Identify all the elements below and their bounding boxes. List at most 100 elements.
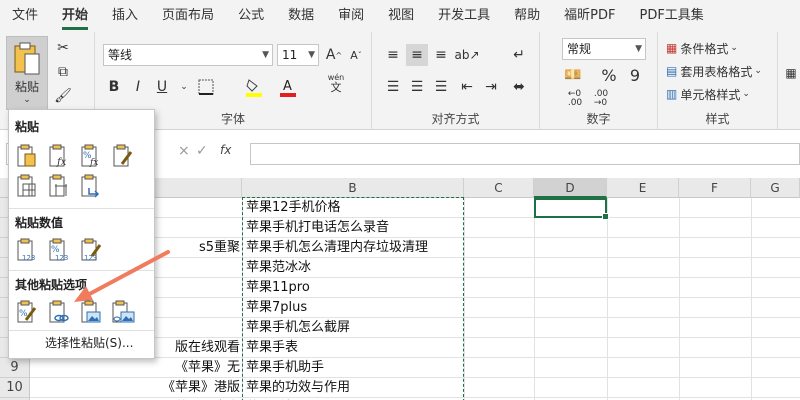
column-header-d[interactable]: D xyxy=(534,178,607,198)
align-middle-button[interactable]: ≡ xyxy=(406,44,428,66)
increase-decimal-button[interactable]: ←0.00 xyxy=(564,88,586,110)
clipboard-transpose-icon xyxy=(81,174,100,198)
column-header-e[interactable]: E xyxy=(607,178,679,198)
paste-option-no-borders[interactable] xyxy=(13,172,41,200)
cut-button[interactable]: ✂ xyxy=(52,38,74,58)
tab-file[interactable]: 文件 xyxy=(0,0,50,32)
shrink-font-button[interactable]: Aˇ xyxy=(345,44,367,66)
cell-a[interactable]: 《苹果》港版 xyxy=(34,378,240,398)
paste-special-menu-item[interactable]: 选择性粘贴(S)... xyxy=(45,334,133,351)
grow-font-label: A xyxy=(325,47,336,63)
accounting-format-button[interactable]: 💴 xyxy=(562,64,584,86)
conditional-formatting-button[interactable]: ▦ 条件格式 ⌄ xyxy=(666,38,738,58)
formula-input[interactable] xyxy=(250,143,800,165)
column-header-g[interactable]: G xyxy=(751,178,800,198)
chevron-down-icon[interactable]: ⌄ xyxy=(173,76,195,98)
align-left-button[interactable]: ☰ xyxy=(382,76,404,98)
paste-label: 粘贴 xyxy=(14,79,39,94)
paste-option-column-widths[interactable] xyxy=(45,172,73,200)
phonetic-button[interactable]: wén 文 xyxy=(321,72,351,94)
insert-icon: ▦ xyxy=(785,66,797,80)
fill-color-button[interactable] xyxy=(243,76,265,98)
copy-button[interactable]: ⧉ xyxy=(52,62,74,82)
align-top-button[interactable]: ≡ xyxy=(382,44,404,66)
format-as-table-button[interactable]: ▤ 套用表格格式 ⌄ xyxy=(666,61,762,81)
cell-a[interactable]: 《苹果》无 xyxy=(34,358,240,378)
tab-foxit-pdf[interactable]: 福昕PDF xyxy=(552,0,627,32)
decrease-decimal-button[interactable]: .00 →0 xyxy=(590,88,612,110)
cancel-icon[interactable]: × xyxy=(178,143,190,165)
wrap-text-button[interactable]: ↵ xyxy=(508,44,530,66)
font-size-select[interactable]: 11 ▼ xyxy=(277,44,319,66)
insert-cells-button[interactable]: ▦ xyxy=(782,38,800,108)
align-center-button[interactable]: ☰ xyxy=(406,76,428,98)
align-right-button[interactable]: ☰ xyxy=(430,76,452,98)
increase-indent-button[interactable]: ⇥ xyxy=(480,76,502,98)
tab-data[interactable]: 数据 xyxy=(276,0,326,32)
font-name-select[interactable]: 等线 ▼ xyxy=(103,44,273,66)
enter-icon[interactable]: ✓ xyxy=(196,143,208,165)
paste-button[interactable]: 粘贴 ⌄ xyxy=(6,36,48,110)
comma-button[interactable]: 9 xyxy=(624,64,646,86)
font-size-value: 11 xyxy=(282,48,298,62)
italic-button[interactable]: I xyxy=(127,76,149,98)
merge-center-button[interactable]: ⬌ xyxy=(508,76,530,98)
copy-marquee xyxy=(242,197,464,400)
scissors-icon: ✂ xyxy=(57,40,69,56)
svg-text:123: 123 xyxy=(22,254,35,262)
tab-home[interactable]: 开始 xyxy=(50,0,100,32)
tab-page-layout[interactable]: 页面布局 xyxy=(150,0,226,32)
copy-icon: ⧉ xyxy=(58,64,68,80)
decrease-decimal-icon: .00 →0 xyxy=(593,89,609,108)
format-painter-button[interactable]: 🖌 xyxy=(52,86,74,106)
paste-options-dropdown: 粘贴 fx % fx 粘贴数值 123 % 123 123 其他粘贴选项 % 选… xyxy=(8,109,155,359)
number-format-select[interactable]: 常规 ▼ xyxy=(562,38,646,60)
tab-insert[interactable]: 插入 xyxy=(100,0,150,32)
styles-group-label: 样式 xyxy=(705,112,730,126)
paste-option-formatting[interactable]: % xyxy=(13,298,41,326)
paste-option-paste[interactable] xyxy=(13,142,41,170)
paste-option-keep-source[interactable] xyxy=(109,142,137,170)
increase-decimal-icon: ←0.00 xyxy=(567,89,583,108)
bold-button[interactable]: B xyxy=(103,76,125,98)
tab-help[interactable]: 帮助 xyxy=(502,0,552,32)
separator xyxy=(9,330,154,331)
tab-view[interactable]: 视图 xyxy=(376,0,426,32)
row-header[interactable]: 10 xyxy=(0,378,30,398)
grow-font-button[interactable]: A ^ xyxy=(323,44,345,66)
tab-pdf-tools[interactable]: PDF工具集 xyxy=(627,0,715,32)
clipboard-percent-formula-icon: %fx xyxy=(81,144,98,168)
active-cell-d[interactable] xyxy=(534,198,609,220)
number-group-label: 数字 xyxy=(586,112,611,126)
align-bottom-button[interactable]: ≡ xyxy=(430,44,452,66)
tab-developer[interactable]: 开发工具 xyxy=(426,0,502,32)
decrease-indent-button[interactable]: ⇤ xyxy=(456,76,478,98)
clipboard-columns-icon xyxy=(49,174,67,197)
conditional-format-label: 条件格式 xyxy=(680,41,729,56)
paste-option-formulas-number-format[interactable]: % fx xyxy=(77,142,105,170)
percent-button[interactable]: % xyxy=(598,64,620,86)
clipboard-grid-icon xyxy=(17,174,36,197)
underline-button[interactable]: U xyxy=(151,76,173,98)
orientation-icon: ab↗ xyxy=(454,48,480,62)
insert-function-icon[interactable]: fx xyxy=(220,143,231,165)
row-header[interactable]: 9 xyxy=(0,358,30,378)
font-name-value: 等线 xyxy=(108,48,133,62)
paste-option-values[interactable]: 123 xyxy=(13,236,41,264)
outdent-icon: ⇤ xyxy=(461,79,473,95)
cell-styles-button[interactable]: ▥ 单元格样式 ⌄ xyxy=(666,84,750,104)
font-color-button[interactable]: A xyxy=(277,76,299,98)
paste-option-transpose[interactable] xyxy=(77,172,105,200)
paste-option-formulas[interactable]: fx xyxy=(45,142,73,170)
align-left-icon: ☰ xyxy=(386,79,400,95)
column-header-b[interactable]: B xyxy=(242,178,464,198)
column-header-c[interactable]: C xyxy=(464,178,534,198)
tab-review[interactable]: 审阅 xyxy=(326,0,376,32)
clipboard-brush-icon xyxy=(113,144,133,167)
borders-button[interactable] xyxy=(195,76,217,98)
orientation-button[interactable]: ab↗ xyxy=(454,44,480,66)
svg-text:A: A xyxy=(283,79,292,94)
paste-section-title: 粘贴 xyxy=(15,120,40,134)
tab-formulas[interactable]: 公式 xyxy=(226,0,276,32)
column-header-f[interactable]: F xyxy=(679,178,751,198)
